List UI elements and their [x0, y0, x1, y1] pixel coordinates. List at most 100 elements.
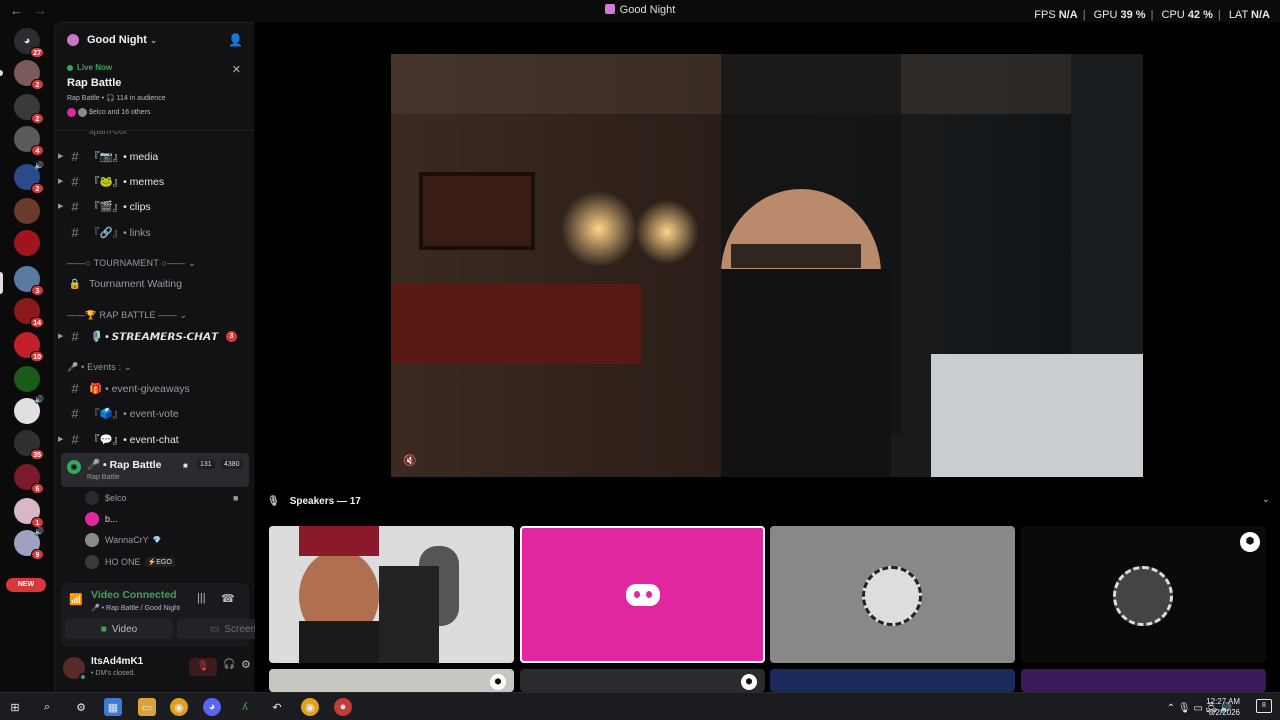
caret-right-icon: ▶: [58, 178, 64, 185]
category-tournament[interactable]: ——○ TOURNAMENT ○—— ⌄: [67, 258, 196, 269]
arrow-icon[interactable]: ↶: [268, 698, 286, 716]
channel-tournament-waiting[interactable]: 🔒 Tournament Waiting: [61, 273, 249, 295]
new-badge[interactable]: NEW: [6, 578, 46, 592]
live-now-text: Live Now: [77, 63, 113, 72]
channel-media[interactable]: ▶ # 『📷』• media: [58, 145, 249, 167]
time: 12:27 AM: [1206, 697, 1240, 706]
app-icon[interactable]: ʎ: [236, 698, 254, 716]
speaker-tile[interactable]: ⬢: [269, 669, 514, 692]
user-panel: ItsAd4mK1 • DM's closed. 🎙 🎧 ⚙: [55, 649, 255, 693]
channel-name: 🎙️ • 𝙎𝙏𝙍𝙀𝘼𝙈𝙀𝙍𝙎-𝘾𝙃𝘼𝙏: [89, 330, 219, 343]
speaker-tile[interactable]: [770, 526, 1015, 663]
disconnect-icon[interactable]: ☎: [221, 592, 235, 605]
server-name: Good Night: [87, 34, 147, 46]
server-icon-10[interactable]: 🔊: [14, 395, 44, 424]
signal-icon[interactable]: 📶: [69, 593, 83, 606]
member-count: 4380: [221, 460, 243, 469]
channel-name: Tournament Waiting: [89, 278, 182, 290]
speaker-tile[interactable]: [1021, 669, 1266, 692]
speaker-tile[interactable]: [269, 526, 514, 663]
obs-icon[interactable]: ●: [334, 698, 352, 716]
server-icon-14[interactable]: 🔊 9: [14, 527, 44, 560]
voice-user[interactable]: $elco ■: [85, 489, 238, 507]
live-participants: $elco and 16 others: [67, 108, 243, 117]
voice-user[interactable]: HO ONE ⚡EGO: [85, 553, 175, 571]
notification-icon[interactable]: 8: [1256, 699, 1272, 713]
channel-event-vote[interactable]: # 『🗳️』• event-vote: [61, 402, 249, 424]
server-icon: [604, 4, 615, 14]
screen-icon: ▭: [209, 623, 220, 635]
channel-clips[interactable]: ▶ # 『🎬』• clips: [58, 195, 249, 217]
speaker-video: [269, 526, 514, 663]
chrome-icon[interactable]: ◉: [301, 698, 319, 716]
speaker-tile[interactable]: [770, 669, 1015, 692]
camera-icon: ■: [183, 461, 188, 470]
shield-icon: ⬢: [490, 674, 506, 690]
clock[interactable]: 12:27 AM 8/2/2026: [1206, 696, 1240, 718]
server-icon-3[interactable]: 4: [14, 126, 44, 156]
windows-start-icon[interactable]: ⊞: [6, 698, 24, 716]
noise-suppression-icon[interactable]: |||: [197, 592, 206, 604]
channel-name: 『🗳️』• event-vote: [89, 407, 179, 420]
voice-user-name: b...: [105, 514, 118, 524]
main-video-stream[interactable]: 🔇: [391, 54, 1143, 477]
category-rap-battle[interactable]: ——🏆 RAP BATTLE —— ⌄: [67, 310, 187, 321]
live-now-banner[interactable]: Live Now ✕ Rap Battle Rap Battle • 🎧 114…: [55, 57, 255, 131]
server-icon-13[interactable]: 1: [14, 498, 44, 528]
channel-links[interactable]: # 『🔗』• links: [61, 221, 249, 243]
title-bar: ← → Good Night FPS N/A | GPU 39 % | CPU 42…: [0, 0, 1280, 22]
mic-muted-icon[interactable]: 🎙: [189, 658, 217, 676]
discord-icon[interactable]: ◕: [203, 698, 221, 716]
close-icon[interactable]: ✕: [232, 63, 241, 76]
channel-event-chat[interactable]: ▶ # 『💬』• event-chat: [58, 428, 249, 450]
server-icon-12[interactable]: 6: [14, 464, 44, 494]
server-icon-11[interactable]: 35: [14, 430, 44, 460]
video-button[interactable]: ■ Video: [65, 619, 173, 639]
server-icon-2[interactable]: 2: [14, 94, 44, 124]
search-icon[interactable]: ⌕: [38, 698, 56, 716]
server-icon-6[interactable]: [14, 230, 40, 256]
server-icon-4[interactable]: 🔊 2: [14, 161, 44, 194]
voice-status[interactable]: Video Connected: [91, 589, 177, 601]
microphone-icon: 🎙: [267, 495, 280, 507]
chrome-icon[interactable]: ◉: [170, 698, 188, 716]
back-arrow-icon[interactable]: ←: [10, 3, 23, 18]
avatar: [85, 533, 99, 547]
server-icon-7[interactable]: 14: [14, 298, 44, 328]
server-icon-good-night[interactable]: 3: [14, 266, 44, 296]
lat-label: LAT: [1228, 9, 1248, 21]
speaker-tile[interactable]: ⬢: [1021, 526, 1266, 663]
voice-channel-rap-battle[interactable]: ◉ 🎤 • Rap Battle Rap Battle ■ 131 4380: [61, 453, 249, 487]
speaker-tile[interactable]: ⬢: [520, 669, 765, 692]
server-icon-1[interactable]: 2: [14, 60, 44, 90]
server-header[interactable]: Good Night ⌄ 👤: [55, 23, 255, 57]
username[interactable]: ItsAd4mK1: [91, 656, 143, 667]
server-icon-5[interactable]: [14, 198, 40, 224]
invite-people-icon[interactable]: 👤: [228, 33, 243, 47]
voice-location[interactable]: 🎤 • Rap Battle / Good Night: [91, 604, 180, 612]
channel-memes[interactable]: ▶ # 『🐸』• memes: [58, 170, 249, 192]
gear-icon[interactable]: ⚙: [241, 658, 251, 671]
badge: 27: [30, 47, 44, 58]
forward-arrow-icon[interactable]: →: [34, 3, 47, 18]
selected-pill: [0, 272, 3, 294]
server-icon-9[interactable]: [14, 366, 40, 392]
caret-right-icon: ▶: [58, 333, 64, 340]
store-icon[interactable]: ▦: [104, 698, 122, 716]
channel-streamers-chat[interactable]: ▶ # 🎙️ • 𝙎𝙏𝙍𝙀𝘼𝙈𝙀𝙍𝙎-𝘾𝙃𝘼𝙏 3: [58, 325, 249, 347]
headphones-icon[interactable]: 🎧: [223, 659, 235, 670]
direct-messages-button[interactable]: ◕ 27: [14, 28, 44, 58]
voice-user-name: WannaCrY: [105, 535, 149, 545]
category-events[interactable]: 🎤 • Events : ⌄: [67, 362, 132, 373]
channel-spam-bot[interactable]: spam-bot: [61, 131, 249, 141]
channel-event-giveaways[interactable]: # 🎁 • event-giveaways: [61, 377, 249, 399]
voice-user[interactable]: WannaCrY 💎: [85, 531, 161, 549]
server-icon-8[interactable]: 10: [14, 332, 44, 362]
voice-user[interactable]: b...: [85, 510, 118, 528]
chevron-down-icon[interactable]: ⌄: [1262, 494, 1270, 505]
file-explorer-icon[interactable]: ▭: [138, 698, 156, 716]
settings-icon[interactable]: ⚙: [72, 698, 90, 716]
live-title: Rap Battle: [67, 77, 122, 89]
speaker-tile[interactable]: [520, 526, 765, 663]
divider: |: [1082, 9, 1086, 21]
